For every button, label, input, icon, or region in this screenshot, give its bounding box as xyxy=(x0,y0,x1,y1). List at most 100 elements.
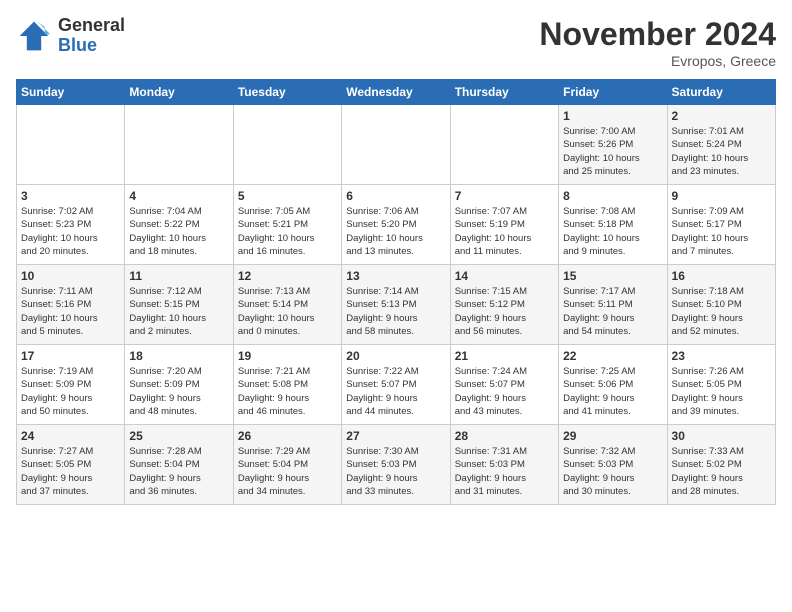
day-info: Sunrise: 7:05 AM Sunset: 5:21 PM Dayligh… xyxy=(238,205,337,258)
day-number: 9 xyxy=(672,189,771,203)
day-cell xyxy=(125,105,233,185)
day-number: 8 xyxy=(563,189,662,203)
day-number: 2 xyxy=(672,109,771,123)
month-title: November 2024 xyxy=(539,16,776,53)
day-cell: 11 Sunrise: 7:12 AM Sunset: 5:15 PM Dayli… xyxy=(125,265,233,345)
day-number: 27 xyxy=(346,429,445,443)
day-cell xyxy=(342,105,450,185)
day-info: Sunrise: 7:22 AM Sunset: 5:07 PM Dayligh… xyxy=(346,365,445,418)
day-info: Sunrise: 7:02 AM Sunset: 5:23 PM Dayligh… xyxy=(21,205,120,258)
day-number: 30 xyxy=(672,429,771,443)
day-number: 23 xyxy=(672,349,771,363)
week-row-2: 3 Sunrise: 7:02 AM Sunset: 5:23 PM Daylig… xyxy=(17,185,776,265)
header: General Blue November 2024 Evropos, Gree… xyxy=(16,16,776,69)
day-cell: 22Sunrise: 7:25 AM Sunset: 5:06 PM Dayli… xyxy=(559,345,667,425)
day-cell xyxy=(17,105,125,185)
day-number: 3 xyxy=(21,189,120,203)
day-info: Sunrise: 7:12 AM Sunset: 5:15 PM Dayligh… xyxy=(129,285,228,338)
day-cell: 12 Sunrise: 7:13 AM Sunset: 5:14 PM Dayli… xyxy=(233,265,341,345)
day-cell: 3 Sunrise: 7:02 AM Sunset: 5:23 PM Daylig… xyxy=(17,185,125,265)
day-cell: 16Sunrise: 7:18 AM Sunset: 5:10 PM Dayli… xyxy=(667,265,775,345)
day-cell: 30 Sunrise: 7:33 AM Sunset: 5:02 PM Dayli… xyxy=(667,425,775,505)
day-info: Sunrise: 7:04 AM Sunset: 5:22 PM Dayligh… xyxy=(129,205,228,258)
day-number: 24 xyxy=(21,429,120,443)
day-info: Sunrise: 7:06 AM Sunset: 5:20 PM Dayligh… xyxy=(346,205,445,258)
day-info: Sunrise: 7:11 AM Sunset: 5:16 PM Dayligh… xyxy=(21,285,120,338)
day-number: 17 xyxy=(21,349,120,363)
week-row-4: 17 Sunrise: 7:19 AM Sunset: 5:09 PM Dayli… xyxy=(17,345,776,425)
day-cell: 5 Sunrise: 7:05 AM Sunset: 5:21 PM Daylig… xyxy=(233,185,341,265)
day-cell: 24 Sunrise: 7:27 AM Sunset: 5:05 PM Dayli… xyxy=(17,425,125,505)
logo-text: General Blue xyxy=(58,16,125,56)
day-info: Sunrise: 7:30 AM Sunset: 5:03 PM Dayligh… xyxy=(346,445,445,498)
day-cell: 21Sunrise: 7:24 AM Sunset: 5:07 PM Dayli… xyxy=(450,345,558,425)
day-number: 7 xyxy=(455,189,554,203)
day-info: Sunrise: 7:08 AM Sunset: 5:18 PM Dayligh… xyxy=(563,205,662,258)
day-info: Sunrise: 7:29 AM Sunset: 5:04 PM Dayligh… xyxy=(238,445,337,498)
day-header-friday: Friday xyxy=(559,80,667,105)
day-info: Sunrise: 7:27 AM Sunset: 5:05 PM Dayligh… xyxy=(21,445,120,498)
day-cell: 4 Sunrise: 7:04 AM Sunset: 5:22 PM Daylig… xyxy=(125,185,233,265)
day-info: Sunrise: 7:31 AM Sunset: 5:03 PM Dayligh… xyxy=(455,445,554,498)
day-cell: 10Sunrise: 7:11 AM Sunset: 5:16 PM Dayli… xyxy=(17,265,125,345)
day-info: Sunrise: 7:28 AM Sunset: 5:04 PM Dayligh… xyxy=(129,445,228,498)
day-cell: 20 Sunrise: 7:22 AM Sunset: 5:07 PM Dayli… xyxy=(342,345,450,425)
day-number: 20 xyxy=(346,349,445,363)
title-block: November 2024 Evropos, Greece xyxy=(539,16,776,69)
day-info: Sunrise: 7:21 AM Sunset: 5:08 PM Dayligh… xyxy=(238,365,337,418)
day-info: Sunrise: 7:19 AM Sunset: 5:09 PM Dayligh… xyxy=(21,365,120,418)
day-cell: 29Sunrise: 7:32 AM Sunset: 5:03 PM Dayli… xyxy=(559,425,667,505)
page: General Blue November 2024 Evropos, Gree… xyxy=(0,0,792,515)
day-cell: 17 Sunrise: 7:19 AM Sunset: 5:09 PM Dayli… xyxy=(17,345,125,425)
day-cell: 13 Sunrise: 7:14 AM Sunset: 5:13 PM Dayli… xyxy=(342,265,450,345)
day-number: 1 xyxy=(563,109,662,123)
day-info: Sunrise: 7:14 AM Sunset: 5:13 PM Dayligh… xyxy=(346,285,445,338)
day-cell: 27 Sunrise: 7:30 AM Sunset: 5:03 PM Dayli… xyxy=(342,425,450,505)
day-info: Sunrise: 7:07 AM Sunset: 5:19 PM Dayligh… xyxy=(455,205,554,258)
logo-icon xyxy=(16,18,52,54)
day-number: 5 xyxy=(238,189,337,203)
day-info: Sunrise: 7:20 AM Sunset: 5:09 PM Dayligh… xyxy=(129,365,228,418)
day-info: Sunrise: 7:01 AM Sunset: 5:24 PM Dayligh… xyxy=(672,125,771,178)
day-number: 28 xyxy=(455,429,554,443)
header-row: SundayMondayTuesdayWednesdayThursdayFrid… xyxy=(17,80,776,105)
day-cell: 9 Sunrise: 7:09 AM Sunset: 5:17 PM Daylig… xyxy=(667,185,775,265)
day-cell: 6Sunrise: 7:06 AM Sunset: 5:20 PM Daylig… xyxy=(342,185,450,265)
day-number: 12 xyxy=(238,269,337,283)
day-info: Sunrise: 7:32 AM Sunset: 5:03 PM Dayligh… xyxy=(563,445,662,498)
day-cell xyxy=(233,105,341,185)
day-info: Sunrise: 7:26 AM Sunset: 5:05 PM Dayligh… xyxy=(672,365,771,418)
day-number: 26 xyxy=(238,429,337,443)
day-number: 14 xyxy=(455,269,554,283)
day-header-monday: Monday xyxy=(125,80,233,105)
day-header-sunday: Sunday xyxy=(17,80,125,105)
day-number: 11 xyxy=(129,269,228,283)
day-cell: 19 Sunrise: 7:21 AM Sunset: 5:08 PM Dayli… xyxy=(233,345,341,425)
week-row-1: 1Sunrise: 7:00 AM Sunset: 5:26 PM Daylig… xyxy=(17,105,776,185)
day-cell: 23 Sunrise: 7:26 AM Sunset: 5:05 PM Dayli… xyxy=(667,345,775,425)
day-info: Sunrise: 7:33 AM Sunset: 5:02 PM Dayligh… xyxy=(672,445,771,498)
day-info: Sunrise: 7:18 AM Sunset: 5:10 PM Dayligh… xyxy=(672,285,771,338)
day-number: 13 xyxy=(346,269,445,283)
day-number: 21 xyxy=(455,349,554,363)
day-cell: 7 Sunrise: 7:07 AM Sunset: 5:19 PM Daylig… xyxy=(450,185,558,265)
day-number: 15 xyxy=(563,269,662,283)
location: Evropos, Greece xyxy=(539,53,776,69)
day-header-tuesday: Tuesday xyxy=(233,80,341,105)
day-cell: 15Sunrise: 7:17 AM Sunset: 5:11 PM Dayli… xyxy=(559,265,667,345)
week-row-5: 24 Sunrise: 7:27 AM Sunset: 5:05 PM Dayli… xyxy=(17,425,776,505)
day-info: Sunrise: 7:09 AM Sunset: 5:17 PM Dayligh… xyxy=(672,205,771,258)
day-number: 4 xyxy=(129,189,228,203)
day-cell: 28 Sunrise: 7:31 AM Sunset: 5:03 PM Dayli… xyxy=(450,425,558,505)
day-cell: 18Sunrise: 7:20 AM Sunset: 5:09 PM Dayli… xyxy=(125,345,233,425)
logo-blue-text: Blue xyxy=(58,36,125,56)
day-info: Sunrise: 7:13 AM Sunset: 5:14 PM Dayligh… xyxy=(238,285,337,338)
day-header-saturday: Saturday xyxy=(667,80,775,105)
day-number: 22 xyxy=(563,349,662,363)
day-cell: 1Sunrise: 7:00 AM Sunset: 5:26 PM Daylig… xyxy=(559,105,667,185)
week-row-3: 10Sunrise: 7:11 AM Sunset: 5:16 PM Dayli… xyxy=(17,265,776,345)
logo: General Blue xyxy=(16,16,125,56)
day-header-wednesday: Wednesday xyxy=(342,80,450,105)
day-number: 19 xyxy=(238,349,337,363)
day-cell: 25Sunrise: 7:28 AM Sunset: 5:04 PM Dayli… xyxy=(125,425,233,505)
